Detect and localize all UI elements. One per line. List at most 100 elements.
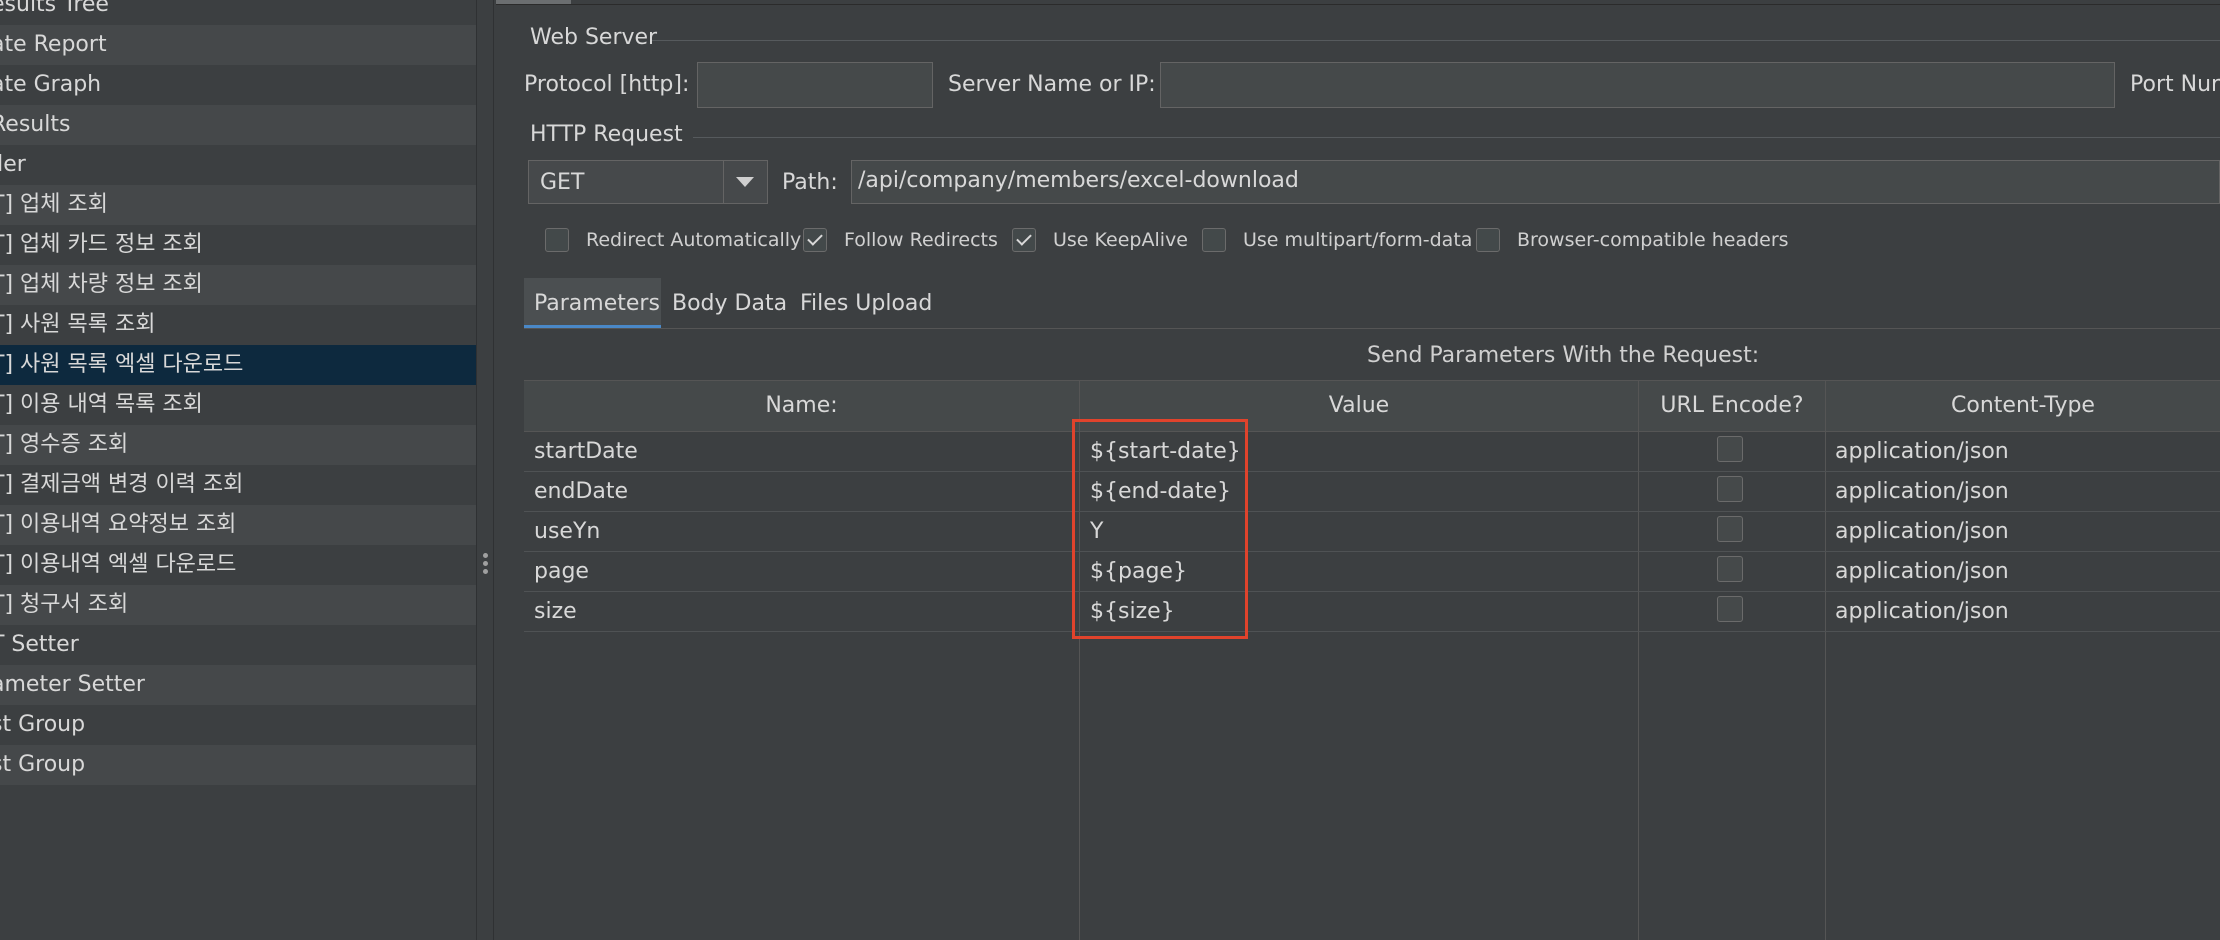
tabs-divider bbox=[524, 328, 2220, 329]
splitter-grip-dot[interactable] bbox=[483, 561, 488, 566]
tree-item-label: T] 업체 차량 정보 조회 bbox=[0, 272, 203, 297]
tree-item[interactable]: ller bbox=[0, 145, 476, 185]
tree-item-label: ameter Setter bbox=[0, 672, 145, 697]
tree-item[interactable]: st Group bbox=[0, 705, 476, 745]
tree-item-label: T] 업체 카드 정보 조회 bbox=[0, 232, 203, 257]
test-plan-tree: esults Tree ate Report ate Graph Results lle… bbox=[0, 0, 476, 940]
server-name-label: Server Name or IP: bbox=[948, 72, 1156, 97]
table-row[interactable]: page ${page} application/json bbox=[524, 552, 2220, 592]
web-server-group-border bbox=[652, 40, 2220, 41]
tree-item-label: ller bbox=[0, 152, 26, 177]
tree-item-label: T] 청구서 조회 bbox=[0, 592, 129, 617]
column-header-content-type[interactable]: Content-Type bbox=[1826, 381, 2220, 431]
url-encode-checkbox[interactable] bbox=[1717, 556, 1743, 582]
option-checkbox[interactable] bbox=[1012, 228, 1036, 252]
tree-item[interactable]: ate Report bbox=[0, 25, 476, 65]
parameters-table-header: Name: Value URL Encode? Content-Type bbox=[524, 380, 2220, 432]
content-type-cell[interactable]: application/json bbox=[1835, 432, 2009, 472]
parameters-caption: Send Parameters With the Request: bbox=[1367, 343, 1760, 368]
tree-item-label: T] 이용내역 요약정보 조회 bbox=[0, 512, 237, 537]
tree-item[interactable]: T Setter bbox=[0, 625, 476, 665]
table-row[interactable]: endDate ${end-date} application/json bbox=[524, 472, 2220, 512]
column-header-name[interactable]: Name: bbox=[524, 381, 1079, 431]
option-checkbox[interactable] bbox=[545, 228, 569, 252]
option-label[interactable]: Use multipart/form-data bbox=[1243, 229, 1472, 251]
top-tab-indicator[interactable] bbox=[496, 0, 571, 4]
tree-item[interactable]: T] 청구서 조회 bbox=[0, 585, 476, 625]
tab-files-upload[interactable]: Files Upload bbox=[800, 291, 932, 316]
tree-item-label: T] 결제금액 변경 이력 조회 bbox=[0, 472, 244, 497]
top-tab-strip bbox=[496, 0, 2220, 5]
tree-item-label: T] 업체 조회 bbox=[0, 192, 108, 217]
param-name-cell[interactable]: page bbox=[534, 552, 589, 592]
option-label[interactable]: Redirect Automatically bbox=[586, 229, 801, 251]
tab-parameters[interactable]: Parameters bbox=[534, 291, 660, 316]
param-name-cell[interactable]: useYn bbox=[534, 512, 600, 552]
option-label[interactable]: Follow Redirects bbox=[844, 229, 998, 251]
tab-body-data[interactable]: Body Data bbox=[672, 291, 787, 316]
tree-item-label: T] 이용내역 엑셀 다운로드 bbox=[0, 552, 237, 577]
tree-item-label: ate Report bbox=[0, 32, 107, 57]
table-row[interactable]: useYn Yapplication/json bbox=[524, 512, 2220, 552]
column-header-url-encode[interactable]: URL Encode? bbox=[1639, 381, 1825, 431]
param-name-cell[interactable]: startDate bbox=[534, 432, 638, 472]
content-type-cell[interactable]: application/json bbox=[1835, 592, 2009, 632]
url-encode-checkbox[interactable] bbox=[1717, 516, 1743, 542]
url-encode-checkbox[interactable] bbox=[1717, 476, 1743, 502]
tree-item-label: esults Tree bbox=[0, 0, 109, 17]
tree-item-label: T] 영수증 조회 bbox=[0, 432, 129, 457]
http-request-group-border bbox=[693, 137, 2220, 138]
tree-item-label: T] 사원 목록 조회 bbox=[0, 312, 156, 337]
tree-item[interactable]: ate Graph bbox=[0, 65, 476, 105]
tree-item[interactable]: T] 업체 조회 bbox=[0, 185, 476, 225]
tree-item[interactable]: T] 영수증 조회 bbox=[0, 425, 476, 465]
table-row[interactable]: size ${size} application/json bbox=[524, 592, 2220, 632]
path-input[interactable]: /api/company/members/excel-download bbox=[851, 160, 2220, 204]
option-checkbox[interactable] bbox=[803, 228, 827, 252]
tree-item[interactable]: ameter Setter bbox=[0, 665, 476, 705]
protocol-label: Protocol [http]: bbox=[524, 72, 690, 97]
content-type-cell[interactable]: application/json bbox=[1835, 552, 2009, 592]
param-name-cell[interactable]: size bbox=[534, 592, 577, 632]
option-checkbox[interactable] bbox=[1476, 228, 1500, 252]
tree-item-label: T Setter bbox=[0, 632, 79, 657]
option-checkbox[interactable] bbox=[1202, 228, 1226, 252]
tree-item-label: T] 사원 목록 엑셀 다운로드 bbox=[0, 352, 244, 377]
tree-item[interactable]: T] 이용내역 엑셀 다운로드 bbox=[0, 545, 476, 585]
method-select-value: GET bbox=[540, 170, 585, 195]
tree-item[interactable]: Results bbox=[0, 105, 476, 145]
value-column-highlight bbox=[1072, 419, 1248, 639]
tree-item-label: st Group bbox=[0, 712, 86, 737]
tree-item[interactable]: T] 업체 차량 정보 조회 bbox=[0, 265, 476, 305]
server-name-input[interactable] bbox=[1160, 62, 2115, 108]
content-type-cell[interactable]: application/json bbox=[1835, 512, 2009, 552]
content-type-cell[interactable]: application/json bbox=[1835, 472, 2009, 512]
path-label: Path: bbox=[782, 170, 838, 195]
http-request-group-title: HTTP Request bbox=[530, 122, 683, 147]
url-encode-checkbox[interactable] bbox=[1717, 596, 1743, 622]
chevron-down-icon[interactable] bbox=[736, 177, 754, 187]
param-name-cell[interactable]: endDate bbox=[534, 472, 628, 512]
tree-item-label: T] 이용 내역 목록 조회 bbox=[0, 392, 203, 417]
tree-item[interactable]: st Group bbox=[0, 745, 476, 785]
tree-item[interactable]: T] 업체 카드 정보 조회 bbox=[0, 225, 476, 265]
web-server-group-title: Web Server bbox=[530, 25, 658, 50]
table-row[interactable]: startDate ${start-date} application/json bbox=[524, 432, 2220, 472]
splitter-bar[interactable] bbox=[476, 0, 494, 940]
option-label[interactable]: Use KeepAlive bbox=[1053, 229, 1188, 251]
protocol-input[interactable] bbox=[697, 62, 933, 108]
method-select-separator bbox=[723, 161, 724, 203]
splitter-grip-dot[interactable] bbox=[483, 553, 488, 558]
url-encode-checkbox[interactable] bbox=[1717, 436, 1743, 462]
tree-item-selected[interactable]: T] 사원 목록 엑셀 다운로드 bbox=[0, 345, 476, 385]
tree-item[interactable]: T] 결제금액 변경 이력 조회 bbox=[0, 465, 476, 505]
option-label[interactable]: Browser-compatible headers bbox=[1517, 229, 1789, 251]
tree-item[interactable]: T] 이용 내역 목록 조회 bbox=[0, 385, 476, 425]
tree-item[interactable]: T] 사원 목록 조회 bbox=[0, 305, 476, 345]
port-number-label: Port Nur bbox=[2130, 72, 2220, 97]
tree-item[interactable]: esults Tree bbox=[0, 0, 476, 25]
method-select[interactable]: GET bbox=[528, 160, 768, 204]
splitter-grip-dot[interactable] bbox=[483, 569, 488, 574]
tree-item[interactable]: T] 이용내역 요약정보 조회 bbox=[0, 505, 476, 545]
tree-item-label: st Group bbox=[0, 752, 86, 777]
